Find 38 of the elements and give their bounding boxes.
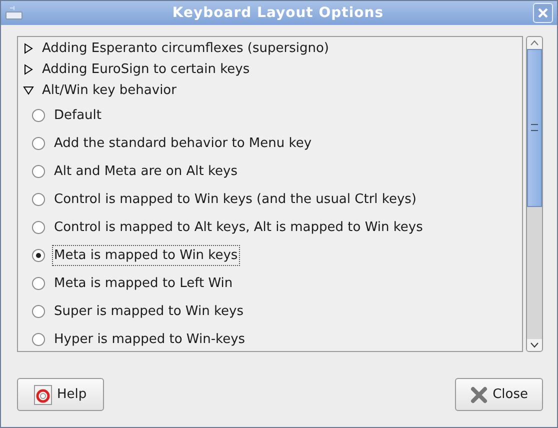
close-icon[interactable] [533, 3, 553, 23]
option-label[interactable]: Meta is mapped to Win keys [52, 244, 240, 266]
radio-button[interactable] [32, 276, 45, 290]
group-row[interactable]: Adding EuroSign to certain keys [18, 59, 522, 80]
lifebuoy-icon [34, 384, 52, 404]
radio-button[interactable] [32, 108, 45, 122]
option-label[interactable]: Meta is mapped to Left Win [52, 272, 235, 294]
radio-button[interactable] [32, 136, 45, 150]
group-label: Alt/Win key behavior [42, 83, 176, 98]
help-button[interactable]: Help [17, 378, 104, 411]
scroll-down-icon[interactable] [527, 339, 542, 351]
option-label[interactable]: Default [52, 104, 104, 126]
close-button[interactable]: Close [454, 378, 543, 411]
group-row[interactable]: Adding Esperanto circumflexes (supersigno) [18, 38, 522, 59]
option-label[interactable]: Hyper is mapped to Win-keys [52, 328, 248, 350]
radio-button[interactable] [32, 304, 45, 318]
option-label[interactable]: Control is mapped to Alt keys, Alt is mapped to Win keys [52, 216, 425, 238]
radio-button[interactable] [32, 332, 45, 346]
group-label: Adding EuroSign to certain keys [42, 62, 250, 77]
radio-button[interactable] [32, 220, 45, 234]
expander-icon[interactable] [23, 64, 34, 75]
scrollbar-thumb[interactable] [527, 49, 542, 207]
window-title: Keyboard Layout Options [171, 5, 385, 21]
option-label[interactable]: Super is mapped to Win keys [52, 300, 246, 322]
scrollbar[interactable] [526, 36, 543, 352]
group-label: Adding Esperanto circumflexes (supersigno) [42, 41, 329, 56]
radio-button[interactable] [32, 164, 45, 178]
radio-button[interactable] [32, 248, 45, 262]
close-icon [470, 386, 488, 404]
keyboard-icon [5, 6, 23, 20]
option-label[interactable]: Alt and Meta are on Alt keys [52, 160, 240, 182]
option-label[interactable]: Control is mapped to Win keys (and the usual Ctrl keys) [52, 188, 419, 210]
option-label[interactable]: Add the standard behavior to Menu key [52, 132, 314, 154]
expander-icon[interactable] [23, 43, 34, 54]
group-row[interactable]: Alt/Win key behavior [18, 80, 522, 101]
expander-icon[interactable] [23, 85, 34, 96]
radio-button[interactable] [32, 192, 45, 206]
scroll-up-icon[interactable] [527, 37, 542, 49]
